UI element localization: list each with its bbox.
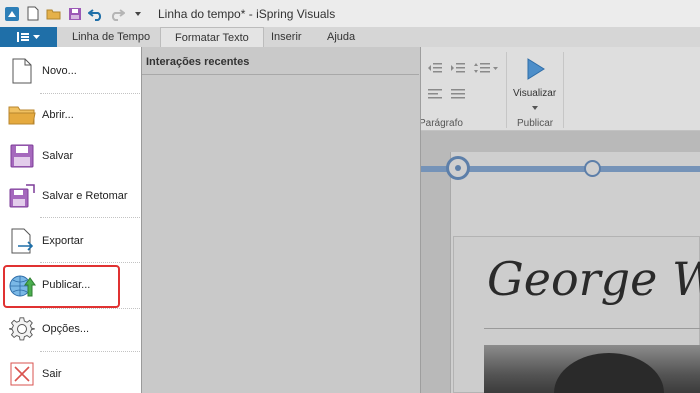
menu-separator [40, 217, 140, 218]
group-separator [506, 52, 507, 128]
gear-icon [8, 315, 36, 343]
undo-icon[interactable] [88, 6, 104, 22]
menu-item-label: Exportar [42, 235, 84, 247]
recent-interactions-title: Interações recentes [146, 56, 250, 68]
visualizar-button[interactable]: Visualizar [513, 88, 556, 99]
menu-item-opcoes[interactable]: Opções... [0, 309, 141, 349]
menu-item-abrir[interactable]: Abrir... [0, 95, 141, 135]
timeline-marker[interactable] [584, 160, 601, 177]
line-spacing-icon[interactable] [474, 63, 500, 73]
divider [484, 328, 700, 329]
quick-access-toolbar [4, 6, 146, 22]
group-label-publicar: Publicar [517, 118, 554, 129]
chevron-down-icon [33, 34, 40, 39]
menu-item-exportar[interactable]: Exportar [0, 221, 141, 261]
divider [142, 74, 419, 75]
menu-item-sair[interactable]: Sair [0, 354, 141, 393]
tab-ajuda[interactable]: Ajuda [327, 27, 355, 47]
group-label-paragrafo: Parágrafo [419, 118, 463, 129]
open-folder-icon [8, 101, 36, 129]
menu-item-label: Abrir... [42, 109, 74, 121]
export-icon [8, 227, 36, 255]
save-icon [8, 142, 36, 170]
new-file-icon[interactable] [25, 6, 41, 22]
menu-separator [40, 262, 140, 263]
window-title: Linha do tempo* - iSpring Visuals [158, 6, 336, 21]
event-card-title[interactable]: George Washington [487, 252, 700, 306]
decrease-indent-icon[interactable] [428, 63, 442, 73]
align-justify-icon[interactable] [451, 89, 465, 99]
menu-separator [40, 351, 140, 352]
close-icon [8, 360, 36, 388]
open-folder-icon[interactable] [46, 6, 62, 22]
align-left-icon[interactable] [428, 89, 442, 99]
customize-dropdown-icon[interactable] [130, 6, 146, 22]
play-preview-icon[interactable] [526, 58, 546, 80]
app-menu-button[interactable] [0, 27, 57, 47]
app-logo-icon[interactable] [4, 6, 20, 22]
tab-inserir[interactable]: Inserir [271, 27, 302, 47]
group-separator [563, 52, 564, 128]
event-card-photo[interactable] [484, 345, 700, 393]
menu-item-salvar-e-retomar[interactable]: Salvar e Retomar [0, 176, 141, 216]
highlight-box [3, 265, 120, 308]
title-bar: Linha do tempo* - iSpring Visuals [0, 0, 700, 27]
menu-item-novo[interactable]: Novo... [0, 51, 141, 91]
menu-item-label: Sair [42, 368, 62, 380]
tab-formatar-texto[interactable]: Formatar Texto [160, 27, 264, 47]
save-icon[interactable] [67, 6, 83, 22]
redo-icon[interactable] [109, 6, 125, 22]
recent-interactions-panel [142, 47, 421, 393]
save-and-return-icon [8, 182, 36, 210]
chevron-down-icon[interactable] [532, 101, 538, 113]
menu-item-label: Opções... [42, 323, 90, 335]
menu-item-label: Salvar [42, 150, 74, 162]
new-document-icon [8, 57, 36, 85]
menu-list-icon [17, 32, 29, 42]
tab-linha-de-tempo[interactable]: Linha de Tempo [72, 27, 150, 47]
menu-item-label: Salvar e Retomar [42, 190, 128, 202]
menu-item-salvar[interactable]: Salvar [0, 136, 141, 176]
menu-item-label: Novo... [42, 65, 77, 77]
increase-indent-icon[interactable] [451, 63, 465, 73]
menu-separator [40, 93, 140, 94]
timeline-marker-selected[interactable] [446, 156, 470, 180]
